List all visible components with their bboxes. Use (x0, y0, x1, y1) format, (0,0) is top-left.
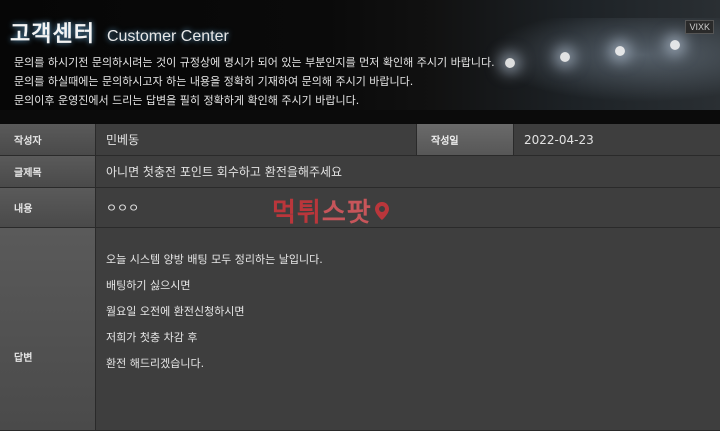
answer-body: 오늘 시스템 양방 배팅 모두 정리하는 날입니다. 배팅하기 싫으시면 월요일… (96, 228, 720, 430)
notice-line: 문의이후 운영진에서 드리는 답변을 필히 정확하게 확인해 주시기 바랍니다. (14, 94, 360, 107)
notice-text: 문의를 하시기전 문의하시려는 것이 규정상에 명시가 되어 있는 부분인지를 … (14, 53, 495, 110)
header-banner: VIXK 고객센터 Customer Center 문의를 하시기전 문의하시려… (0, 0, 720, 110)
page-title: 고객센터 Customer Center (10, 16, 229, 48)
subject-value: 아니면 첫충전 포인트 회수하고 환전을해주세요 (96, 156, 720, 187)
watermark-text-b: 스팟 (321, 198, 372, 228)
date-label: 작성일 (416, 124, 514, 155)
inquiry-board: 작성자 민베동 작성일 2022-04-23 글제목 아니면 첫충전 포인트 회… (0, 124, 720, 431)
watermark-text-a: 먹튀 (272, 198, 322, 228)
watermark-logo: 먹튀 스팟 (272, 192, 389, 229)
content-label: 내용 (0, 188, 96, 227)
date-value: 2022-04-23 (514, 124, 720, 155)
subject-label: 글제목 (0, 156, 96, 187)
answer-row: 답변 오늘 시스템 양방 배팅 모두 정리하는 날입니다. 배팅하기 싫으시면 … (0, 228, 720, 431)
banner-sign: VIXK (685, 20, 714, 34)
location-pin-icon (374, 201, 389, 220)
notice-line: 문의를 하시기전 문의하시려는 것이 규정상에 명시가 되어 있는 부분인지를 … (14, 56, 495, 69)
author-value: 민베동 (96, 124, 416, 155)
answer-line: 저희가 첫충 차감 후 (106, 331, 198, 344)
page-title-ko: 고객센터 (10, 22, 95, 47)
page-title-en: Customer Center (106, 28, 229, 45)
author-row: 작성자 민베동 작성일 2022-04-23 (0, 124, 720, 156)
content-value: ㅇㅇㅇ (96, 188, 720, 227)
answer-label: 답변 (0, 228, 96, 430)
subject-row: 글제목 아니면 첫충전 포인트 회수하고 환전을해주세요 (0, 156, 720, 188)
answer-line: 월요일 오전에 환전신청하시면 (106, 305, 245, 318)
answer-line: 환전 해드리겠습니다. (106, 357, 205, 370)
answer-line: 배팅하기 싫으시면 (106, 279, 191, 292)
banner-glow (460, 18, 720, 110)
author-label: 작성자 (0, 124, 96, 155)
answer-line: 오늘 시스템 양방 배팅 모두 정리하는 날입니다. (106, 253, 323, 266)
notice-line: 문의를 하실때에는 문의하시고자 하는 내용을 정확히 기재하여 문의해 주시기… (14, 75, 414, 88)
